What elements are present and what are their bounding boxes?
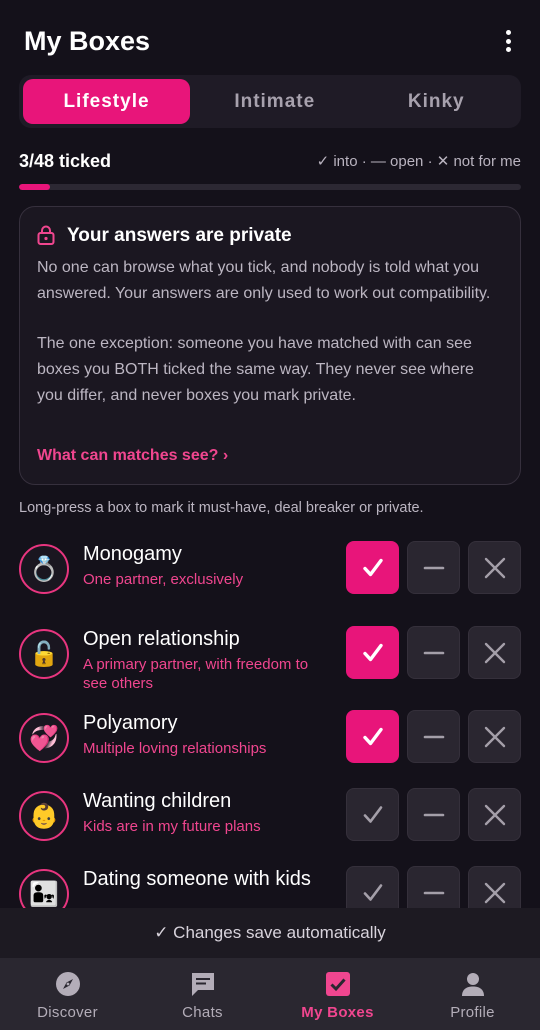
close-icon <box>484 882 506 904</box>
box-row[interactable]: 💍 Monogamy One partner, exclusively <box>19 541 521 597</box>
nav-profile[interactable]: Profile <box>405 958 540 1030</box>
box-subtitle: Kids are in my future plans <box>83 818 261 835</box>
answer-choices <box>346 541 521 594</box>
open-button[interactable] <box>407 710 460 763</box>
dash-icon <box>423 726 445 748</box>
tab-intimate[interactable]: Intimate <box>194 79 356 124</box>
answer-choices <box>346 626 521 679</box>
check-icon <box>360 555 386 581</box>
close-icon <box>484 642 506 664</box>
compass-icon <box>54 970 82 998</box>
into-button[interactable] <box>346 788 399 841</box>
tab-lifestyle[interactable]: Lifestyle <box>23 79 190 124</box>
close-icon <box>484 804 506 826</box>
what-can-matches-see-link[interactable]: What can matches see? › <box>37 447 228 465</box>
answer-choices <box>346 710 521 763</box>
into-button[interactable] <box>346 626 399 679</box>
checkbox-icon <box>324 970 352 998</box>
close-icon <box>484 557 506 579</box>
check-icon <box>360 640 386 666</box>
nav-label: My Boxes <box>301 1003 374 1021</box>
check-icon <box>360 880 386 906</box>
into-button[interactable] <box>346 541 399 594</box>
open-button[interactable] <box>407 541 460 594</box>
box-title: Open relationship <box>83 628 240 650</box>
long-press-hint: Long-press a box to mark it must-have, d… <box>19 500 424 516</box>
into-button[interactable] <box>346 710 399 763</box>
progress-bar <box>19 184 521 190</box>
more-vertical-icon[interactable] <box>496 28 520 54</box>
box-title: Monogamy <box>83 543 182 565</box>
progress-summary: 3/48 ticked ✓ into · — open · ✕ not for … <box>19 150 521 174</box>
box-subtitle: One partner, exclusively <box>83 571 244 588</box>
dash-icon <box>423 642 445 664</box>
nav-chats[interactable]: Chats <box>135 958 270 1030</box>
box-text: Dating someone with kids <box>83 866 333 895</box>
autosave-banner: ✓ Changes save automatically <box>0 908 540 958</box>
unlocked-padlock-icon: 🔓 <box>19 629 69 679</box>
page-title: My Boxes <box>24 26 151 56</box>
nav-my-boxes[interactable]: My Boxes <box>270 958 405 1030</box>
box-text: Wanting children Kids are in my future p… <box>83 788 333 836</box>
not-for-me-button[interactable] <box>468 788 521 841</box>
top-app-bar: My Boxes <box>0 0 540 78</box>
box-subtitle: Multiple loving relationships <box>83 740 267 757</box>
open-button[interactable] <box>407 788 460 841</box>
answer-choices <box>346 788 521 841</box>
person-icon <box>459 970 487 998</box>
check-icon <box>360 724 386 750</box>
category-tabs: Lifestyle Intimate Kinky <box>19 75 521 128</box>
lock-icon <box>37 225 55 245</box>
bottom-navigation: Discover Chats My Boxes Profile <box>0 958 540 1030</box>
box-row[interactable]: 💞 Polyamory Multiple loving relationship… <box>19 710 521 766</box>
ticked-count: 3/48 ticked <box>19 151 112 171</box>
privacy-paragraph: The one exception: someone you have matc… <box>37 335 474 404</box>
not-for-me-button[interactable] <box>468 710 521 763</box>
box-subtitle: A primary partner, with freedom to see o… <box>83 656 309 692</box>
box-row[interactable]: 👶 Wanting children Kids are in my future… <box>19 788 521 844</box>
dash-icon <box>423 882 445 904</box>
revolving-hearts-icon: 💞 <box>19 713 69 763</box>
close-icon <box>484 726 506 748</box>
box-row[interactable]: 🔓 Open relationship A primary partner, w… <box>19 626 521 692</box>
dash-icon <box>423 804 445 826</box>
answer-legend: ✓ into · — open · ✕ not for me <box>316 153 521 170</box>
privacy-header: Your answers are private <box>37 225 503 247</box>
box-title: Dating someone with kids <box>83 868 311 890</box>
open-button[interactable] <box>407 626 460 679</box>
nav-label: Profile <box>450 1003 495 1021</box>
privacy-paragraph: No one can browse what you tick, and nob… <box>37 259 491 302</box>
box-text: Monogamy One partner, exclusively <box>83 541 333 589</box>
not-for-me-button[interactable] <box>468 541 521 594</box>
progress-bar-fill <box>19 184 51 190</box>
nav-label: Discover <box>37 1003 98 1021</box>
box-text: Polyamory Multiple loving relationships <box>83 710 333 758</box>
baby-icon: 👶 <box>19 791 69 841</box>
check-icon <box>360 802 386 828</box>
chat-bubble-icon <box>189 970 217 998</box>
not-for-me-button[interactable] <box>468 626 521 679</box>
ring-icon: 💍 <box>19 544 69 594</box>
box-title: Polyamory <box>83 712 178 734</box>
dash-icon <box>423 557 445 579</box>
nav-discover[interactable]: Discover <box>0 958 135 1030</box>
box-title: Wanting children <box>83 790 232 812</box>
box-text: Open relationship A primary partner, wit… <box>83 626 333 693</box>
tab-kinky[interactable]: Kinky <box>356 79 518 124</box>
privacy-notice-card: Your answers are private No one can brow… <box>19 206 521 485</box>
nav-label: Chats <box>182 1003 223 1021</box>
privacy-title: Your answers are private <box>67 225 292 246</box>
privacy-body: No one can browse what you tick, and nob… <box>37 255 503 409</box>
